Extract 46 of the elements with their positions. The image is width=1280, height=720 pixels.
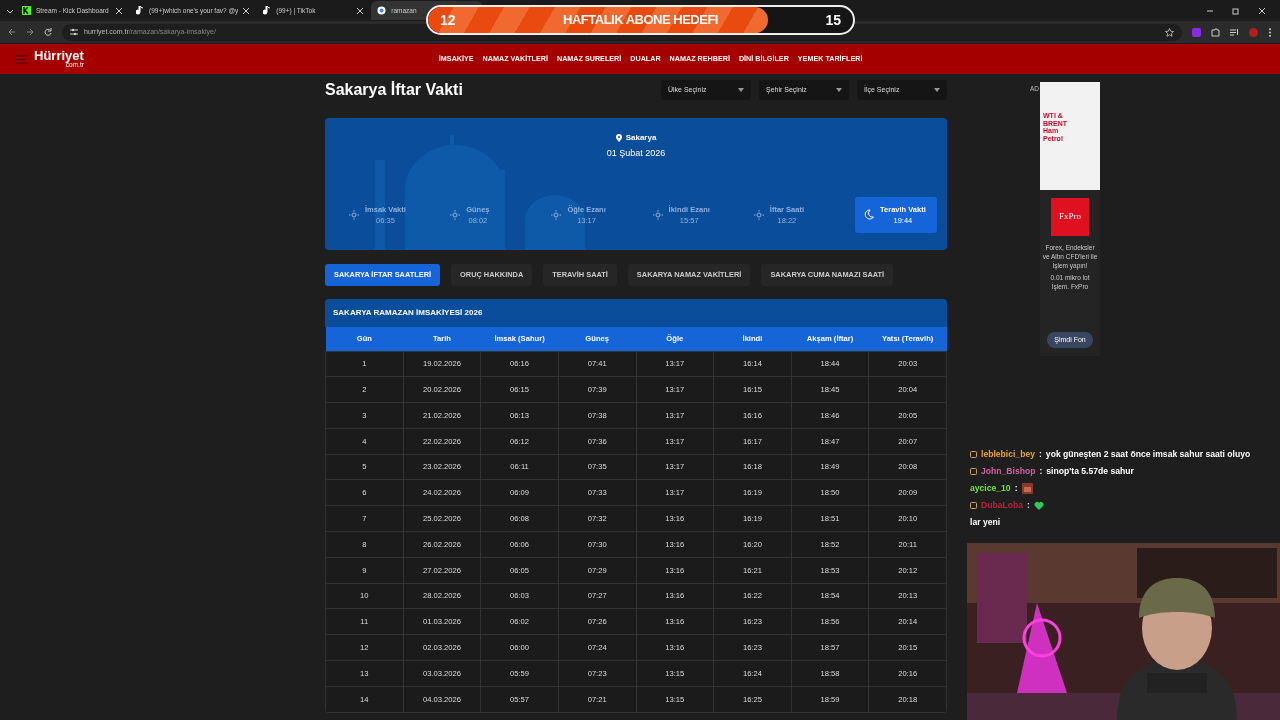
music-note-icon [263,6,272,15]
moon-icon [863,209,874,221]
star-icon[interactable] [1165,27,1174,37]
sun-icon [753,209,764,220]
city-name: Sakarya [625,132,657,144]
chat-text: lar yeni [970,516,1001,529]
sun-icon [450,209,461,220]
more-icon[interactable] [1268,27,1272,37]
chat-text: sinop'ta 5.57de sahur [1046,465,1134,478]
music-note-icon [136,6,144,15]
chat-username[interactable]: aycice_10 [970,482,1011,495]
sun-icon [349,209,359,220]
emote-icon [1021,483,1033,494]
chat-username[interactable]: leblebici_bey [981,448,1035,461]
close-icon[interactable] [357,7,364,14]
back-icon[interactable] [8,28,16,36]
close-icon[interactable] [243,7,250,14]
restore-icon[interactable] [1232,6,1240,15]
chat-separator: : [1027,499,1030,512]
chat-separator: : [1039,465,1043,478]
sun-icon [551,209,562,220]
table-title: SAKARYA RAMAZAN İMSAKİYESİ 2026 [325,299,947,327]
caret-icon [934,88,940,92]
page-title: Sakarya İftar Vakti [325,80,463,100]
date-text: 01 Şubat 2026 [605,147,667,160]
sun-icon [652,209,663,220]
location-pin-icon [615,134,622,142]
reload-icon[interactable] [44,28,52,36]
globe-icon [377,6,387,15]
heart-icon [1033,501,1044,510]
goal-title: HAFTALIK ABONE HEDEFI [563,11,718,30]
caret-icon [836,88,842,92]
chat-text: yok güneşten 2 saat önce imsak sahur saati oluyo [1045,448,1251,461]
puzzle-icon[interactable] [1211,27,1220,37]
goal-target: 15 [825,10,841,30]
sliders-icon [70,28,78,36]
brand-logo: FxPro [1051,198,1089,236]
media-icon[interactable] [1230,27,1239,37]
close-icon[interactable] [1258,6,1266,15]
k-icon [22,6,31,15]
chat-separator: : [1014,482,1018,495]
close-icon[interactable] [116,7,122,14]
caret-icon [738,88,744,92]
forward-icon[interactable] [26,28,34,36]
chat-username[interactable]: John_Bishop [981,465,1036,478]
chat-separator: : [1039,448,1042,461]
